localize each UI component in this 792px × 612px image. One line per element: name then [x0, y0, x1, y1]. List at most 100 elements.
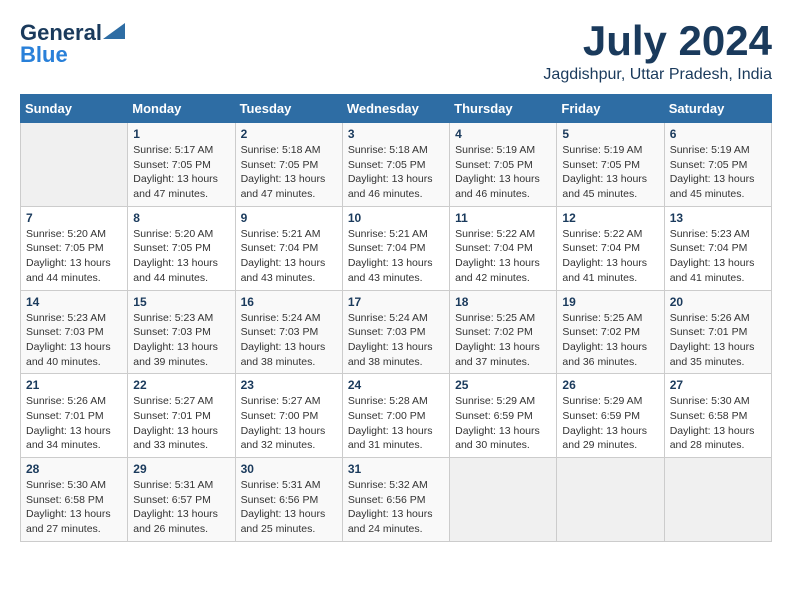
day-number: 18	[455, 295, 551, 309]
day-info: Sunrise: 5:20 AMSunset: 7:05 PMDaylight:…	[133, 228, 218, 284]
week-row-4: 21 Sunrise: 5:26 AMSunset: 7:01 PMDaylig…	[21, 374, 772, 458]
cell-w3-d5: 18 Sunrise: 5:25 AMSunset: 7:02 PMDaylig…	[450, 290, 557, 374]
day-info: Sunrise: 5:27 AMSunset: 7:01 PMDaylight:…	[133, 395, 218, 451]
day-info: Sunrise: 5:27 AMSunset: 7:00 PMDaylight:…	[241, 395, 326, 451]
cell-w5-d3: 30 Sunrise: 5:31 AMSunset: 6:56 PMDaylig…	[235, 458, 342, 542]
day-info: Sunrise: 5:23 AMSunset: 7:04 PMDaylight:…	[670, 228, 755, 284]
day-number: 31	[348, 462, 444, 476]
day-info: Sunrise: 5:18 AMSunset: 7:05 PMDaylight:…	[241, 144, 326, 200]
day-info: Sunrise: 5:21 AMSunset: 7:04 PMDaylight:…	[348, 228, 433, 284]
day-info: Sunrise: 5:30 AMSunset: 6:58 PMDaylight:…	[26, 479, 111, 535]
day-info: Sunrise: 5:31 AMSunset: 6:56 PMDaylight:…	[241, 479, 326, 535]
cell-w4-d1: 21 Sunrise: 5:26 AMSunset: 7:01 PMDaylig…	[21, 374, 128, 458]
day-number: 25	[455, 378, 551, 392]
cell-w2-d7: 13 Sunrise: 5:23 AMSunset: 7:04 PMDaylig…	[664, 206, 771, 290]
day-info: Sunrise: 5:26 AMSunset: 7:01 PMDaylight:…	[670, 312, 755, 368]
col-saturday: Saturday	[664, 95, 771, 123]
cell-w5-d1: 28 Sunrise: 5:30 AMSunset: 6:58 PMDaylig…	[21, 458, 128, 542]
cell-w2-d4: 10 Sunrise: 5:21 AMSunset: 7:04 PMDaylig…	[342, 206, 449, 290]
col-thursday: Thursday	[450, 95, 557, 123]
day-number: 11	[455, 211, 551, 225]
col-monday: Monday	[128, 95, 235, 123]
day-number: 16	[241, 295, 337, 309]
day-number: 29	[133, 462, 229, 476]
day-number: 6	[670, 127, 766, 141]
cell-w1-d5: 4 Sunrise: 5:19 AMSunset: 7:05 PMDayligh…	[450, 123, 557, 207]
day-info: Sunrise: 5:29 AMSunset: 6:59 PMDaylight:…	[455, 395, 540, 451]
month-year-title: July 2024	[543, 20, 772, 62]
day-info: Sunrise: 5:19 AMSunset: 7:05 PMDaylight:…	[670, 144, 755, 200]
day-number: 26	[562, 378, 658, 392]
day-info: Sunrise: 5:23 AMSunset: 7:03 PMDaylight:…	[133, 312, 218, 368]
cell-w2-d2: 8 Sunrise: 5:20 AMSunset: 7:05 PMDayligh…	[128, 206, 235, 290]
day-number: 23	[241, 378, 337, 392]
cell-w1-d6: 5 Sunrise: 5:19 AMSunset: 7:05 PMDayligh…	[557, 123, 664, 207]
day-number: 9	[241, 211, 337, 225]
logo-blue: Blue	[20, 42, 68, 68]
cell-w3-d6: 19 Sunrise: 5:25 AMSunset: 7:02 PMDaylig…	[557, 290, 664, 374]
cell-w1-d4: 3 Sunrise: 5:18 AMSunset: 7:05 PMDayligh…	[342, 123, 449, 207]
day-info: Sunrise: 5:24 AMSunset: 7:03 PMDaylight:…	[241, 312, 326, 368]
col-friday: Friday	[557, 95, 664, 123]
day-info: Sunrise: 5:19 AMSunset: 7:05 PMDaylight:…	[455, 144, 540, 200]
cell-w5-d6	[557, 458, 664, 542]
calendar-header-row: Sunday Monday Tuesday Wednesday Thursday…	[21, 95, 772, 123]
week-row-1: 1 Sunrise: 5:17 AMSunset: 7:05 PMDayligh…	[21, 123, 772, 207]
day-number: 2	[241, 127, 337, 141]
cell-w3-d2: 15 Sunrise: 5:23 AMSunset: 7:03 PMDaylig…	[128, 290, 235, 374]
day-info: Sunrise: 5:26 AMSunset: 7:01 PMDaylight:…	[26, 395, 111, 451]
cell-w4-d3: 23 Sunrise: 5:27 AMSunset: 7:00 PMDaylig…	[235, 374, 342, 458]
day-number: 21	[26, 378, 122, 392]
cell-w2-d5: 11 Sunrise: 5:22 AMSunset: 7:04 PMDaylig…	[450, 206, 557, 290]
day-info: Sunrise: 5:22 AMSunset: 7:04 PMDaylight:…	[455, 228, 540, 284]
cell-w5-d7	[664, 458, 771, 542]
day-number: 17	[348, 295, 444, 309]
day-number: 22	[133, 378, 229, 392]
week-row-5: 28 Sunrise: 5:30 AMSunset: 6:58 PMDaylig…	[21, 458, 772, 542]
day-number: 24	[348, 378, 444, 392]
day-info: Sunrise: 5:23 AMSunset: 7:03 PMDaylight:…	[26, 312, 111, 368]
day-info: Sunrise: 5:21 AMSunset: 7:04 PMDaylight:…	[241, 228, 326, 284]
day-info: Sunrise: 5:25 AMSunset: 7:02 PMDaylight:…	[562, 312, 647, 368]
day-number: 19	[562, 295, 658, 309]
col-sunday: Sunday	[21, 95, 128, 123]
day-number: 10	[348, 211, 444, 225]
day-number: 12	[562, 211, 658, 225]
day-info: Sunrise: 5:17 AMSunset: 7:05 PMDaylight:…	[133, 144, 218, 200]
cell-w5-d2: 29 Sunrise: 5:31 AMSunset: 6:57 PMDaylig…	[128, 458, 235, 542]
day-info: Sunrise: 5:29 AMSunset: 6:59 PMDaylight:…	[562, 395, 647, 451]
cell-w4-d2: 22 Sunrise: 5:27 AMSunset: 7:01 PMDaylig…	[128, 374, 235, 458]
col-tuesday: Tuesday	[235, 95, 342, 123]
day-info: Sunrise: 5:19 AMSunset: 7:05 PMDaylight:…	[562, 144, 647, 200]
day-info: Sunrise: 5:22 AMSunset: 7:04 PMDaylight:…	[562, 228, 647, 284]
day-number: 7	[26, 211, 122, 225]
cell-w1-d1	[21, 123, 128, 207]
day-number: 28	[26, 462, 122, 476]
day-number: 4	[455, 127, 551, 141]
day-number: 15	[133, 295, 229, 309]
cell-w2-d3: 9 Sunrise: 5:21 AMSunset: 7:04 PMDayligh…	[235, 206, 342, 290]
cell-w5-d5	[450, 458, 557, 542]
day-info: Sunrise: 5:31 AMSunset: 6:57 PMDaylight:…	[133, 479, 218, 535]
cell-w3-d3: 16 Sunrise: 5:24 AMSunset: 7:03 PMDaylig…	[235, 290, 342, 374]
cell-w3-d7: 20 Sunrise: 5:26 AMSunset: 7:01 PMDaylig…	[664, 290, 771, 374]
cell-w3-d4: 17 Sunrise: 5:24 AMSunset: 7:03 PMDaylig…	[342, 290, 449, 374]
day-number: 13	[670, 211, 766, 225]
day-number: 14	[26, 295, 122, 309]
day-info: Sunrise: 5:28 AMSunset: 7:00 PMDaylight:…	[348, 395, 433, 451]
title-area: July 2024 Jagdishpur, Uttar Pradesh, Ind…	[543, 20, 772, 84]
day-info: Sunrise: 5:30 AMSunset: 6:58 PMDaylight:…	[670, 395, 755, 451]
day-number: 5	[562, 127, 658, 141]
day-info: Sunrise: 5:32 AMSunset: 6:56 PMDaylight:…	[348, 479, 433, 535]
day-number: 3	[348, 127, 444, 141]
location-subtitle: Jagdishpur, Uttar Pradesh, India	[543, 66, 772, 84]
logo: General Blue	[20, 20, 125, 68]
day-info: Sunrise: 5:25 AMSunset: 7:02 PMDaylight:…	[455, 312, 540, 368]
col-wednesday: Wednesday	[342, 95, 449, 123]
cell-w2-d6: 12 Sunrise: 5:22 AMSunset: 7:04 PMDaylig…	[557, 206, 664, 290]
day-number: 27	[670, 378, 766, 392]
day-number: 30	[241, 462, 337, 476]
cell-w4-d5: 25 Sunrise: 5:29 AMSunset: 6:59 PMDaylig…	[450, 374, 557, 458]
day-number: 1	[133, 127, 229, 141]
cell-w4-d6: 26 Sunrise: 5:29 AMSunset: 6:59 PMDaylig…	[557, 374, 664, 458]
